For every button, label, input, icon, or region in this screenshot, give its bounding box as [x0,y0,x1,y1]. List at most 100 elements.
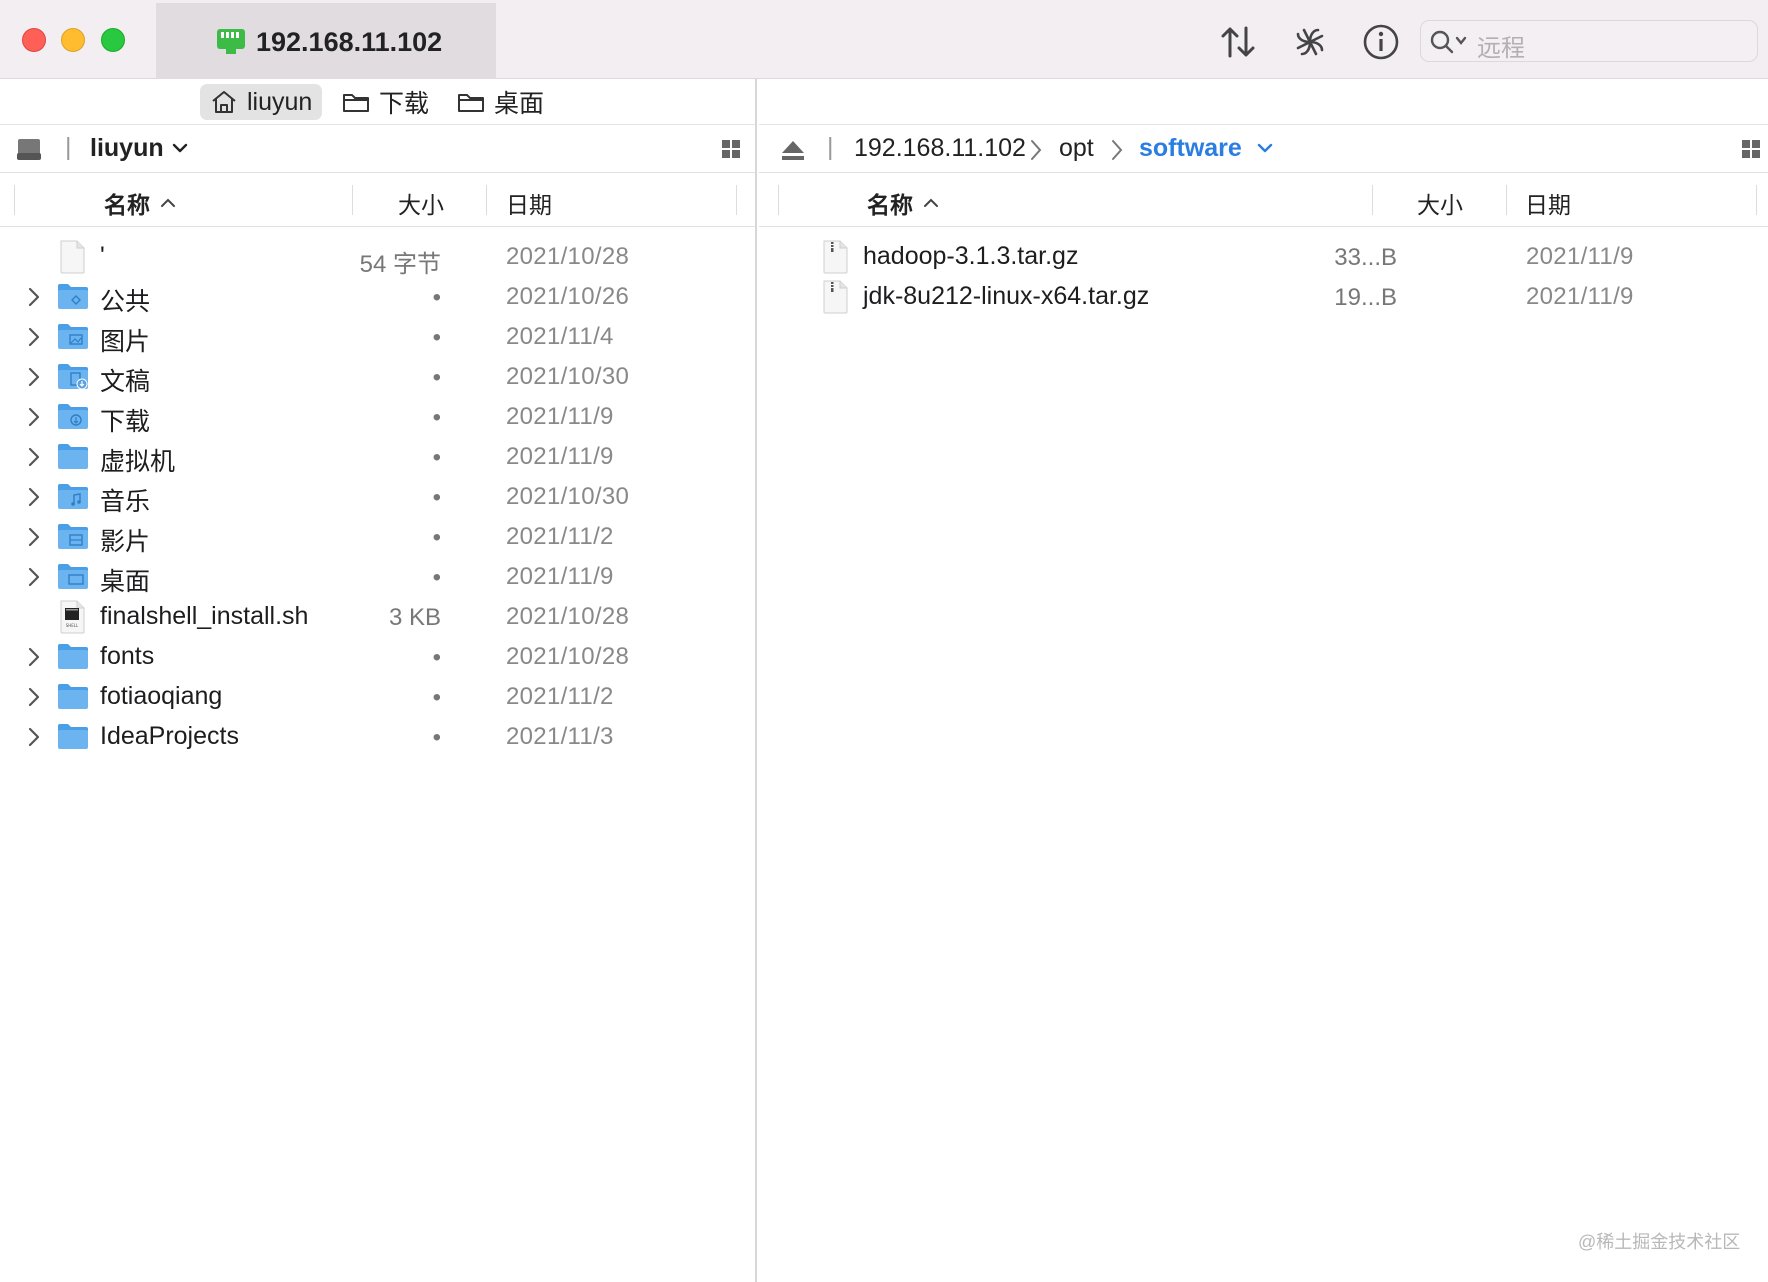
remote-file-pane: | 192.168.11.102 opt software 名称 大小 日期 h… [759,79,1768,1282]
chevron-down-icon[interactable] [1257,141,1273,159]
file-name: hadoop-3.1.3.tar.gz [863,242,1079,270]
file-size: 3 KB [388,604,441,631]
disk-icon[interactable] [16,137,42,166]
file-row[interactable]: fotiaoqiang • 2021/11/2 [0,676,755,716]
watermark: @稀土掘金技术社区 [1578,1232,1741,1252]
path-divider: | [65,133,72,161]
minimize-window-button[interactable] [61,28,85,52]
folder-icon [343,94,369,112]
local-path-label[interactable]: liuyun [90,134,164,163]
folder-public-icon [56,280,90,317]
file-name: fotiaoqiang [100,682,223,710]
chevron-down-icon[interactable] [172,141,188,159]
file-row[interactable]: 文稿 • 2021/10/30 [0,356,755,396]
expand-chevron-icon[interactable] [27,286,41,313]
sort-ascending-icon[interactable] [160,195,176,213]
folder-music-icon [56,480,90,517]
file-date: 2021/11/2 [506,523,614,550]
network-port-icon [216,27,246,60]
file-row[interactable]: fonts • 2021/10/28 [0,636,755,676]
breadcrumb-host[interactable]: 192.168.11.102 [854,134,1026,163]
zoom-window-button[interactable] [101,28,125,52]
file-name: 公共 [100,288,151,316]
file-date: 2021/10/26 [506,283,630,310]
transfer-arrows-icon[interactable] [1218,22,1258,67]
file-name: 文稿 [100,368,151,396]
remote-path-bar: | 192.168.11.102 opt software [759,125,1768,173]
column-date-header[interactable]: 日期 [1525,186,1571,220]
archive-file-icon [819,240,851,279]
file-date: 2021/10/28 [506,603,630,630]
file-date: 2021/11/9 [506,563,614,590]
folder-icon [56,440,90,477]
file-shell-icon: SHELL [56,600,88,639]
file-row[interactable]: SHELL finalshell_install.sh 3 KB 2021/10/28 [0,596,755,636]
activity-pinwheel-icon[interactable] [1290,22,1330,67]
remote-favorites-bar [759,79,1768,125]
expand-chevron-icon[interactable] [27,566,41,593]
file-name: finalshell_install.sh [100,602,309,630]
file-row[interactable]: 图片 • 2021/11/4 [0,316,755,356]
close-window-button[interactable] [22,28,46,52]
file-date: 2021/11/9 [506,443,614,470]
search-placeholder: 远程 [1477,35,1525,62]
favorite-desktop[interactable]: 桌面 [447,84,554,120]
file-size: 19...B [1334,284,1397,311]
file-date: 2021/11/3 [506,723,614,750]
search-field[interactable]: 远程 [1420,20,1758,62]
file-row[interactable]: 公共 • 2021/10/26 [0,276,755,316]
file-row[interactable]: 下载 • 2021/11/9 [0,396,755,436]
file-row[interactable]: 虚拟机 • 2021/11/9 [0,436,755,476]
file-row[interactable]: 桌面 • 2021/11/9 [0,556,755,596]
file-row[interactable]: jdk-8u212-linux-x64.tar.gz 19...B 2021/11/… [759,276,1768,316]
connection-tab[interactable]: 192.168.11.102 [156,3,496,79]
expand-chevron-icon[interactable] [27,406,41,433]
column-size-header[interactable]: 大小 [398,186,444,220]
path-divider: | [827,133,834,161]
favorite-label: 下载 [379,90,430,118]
expand-chevron-icon[interactable] [27,526,41,553]
tab-title: 192.168.11.102 [256,27,443,57]
expand-chevron-icon[interactable] [27,326,41,353]
favorite-liuyun[interactable]: liuyun [200,84,323,120]
folder-icon [56,640,90,677]
column-divider [778,185,779,215]
file-row[interactable]: 音乐 • 2021/10/30 [0,476,755,516]
file-date: 2021/11/2 [506,683,614,710]
file-row[interactable]: hadoop-3.1.3.tar.gz 33...B 2021/11/9 [759,236,1768,276]
breadcrumb-software[interactable]: software [1139,134,1242,163]
column-name-header[interactable]: 名称 [867,186,913,220]
favorite-downloads[interactable]: 下载 [332,84,439,120]
file-row[interactable]: 影片 • 2021/11/2 [0,516,755,556]
expand-chevron-icon[interactable] [27,686,41,713]
expand-chevron-icon[interactable] [27,366,41,393]
file-size: 33...B [1334,244,1397,271]
file-row[interactable]: IdeaProjects • 2021/11/3 [0,716,755,756]
eject-icon[interactable] [780,139,806,166]
file-row[interactable]: ' 54 字节 2021/10/28 [0,236,755,278]
file-size: • [432,444,441,471]
column-date-header[interactable]: 日期 [506,186,552,220]
title-bar: 192.168.11.102 远程 [0,0,1768,79]
favorite-label: liuyun [247,87,313,116]
local-file-pane: liuyun 下载 桌面 | liuyun 名称 大小 日期 ' 54 字节 2… [0,79,757,1282]
breadcrumb-opt[interactable]: opt [1059,134,1094,163]
expand-chevron-icon[interactable] [27,646,41,673]
column-divider [352,185,353,215]
file-size: • [432,524,441,551]
column-divider [736,185,737,215]
file-date: 2021/10/28 [506,243,630,270]
folder-desktop-icon [56,560,90,597]
grid-view-icon[interactable] [722,140,740,163]
folder-movies-icon [56,520,90,557]
expand-chevron-icon[interactable] [27,486,41,513]
file-size: • [432,644,441,671]
expand-chevron-icon[interactable] [27,726,41,753]
sort-ascending-icon[interactable] [923,195,939,213]
column-name-header[interactable]: 名称 [104,186,150,220]
info-icon[interactable] [1361,22,1401,67]
expand-chevron-icon[interactable] [27,446,41,473]
grid-view-icon[interactable] [1742,140,1760,163]
archive-file-icon [819,280,851,319]
column-size-header[interactable]: 大小 [1417,186,1463,220]
